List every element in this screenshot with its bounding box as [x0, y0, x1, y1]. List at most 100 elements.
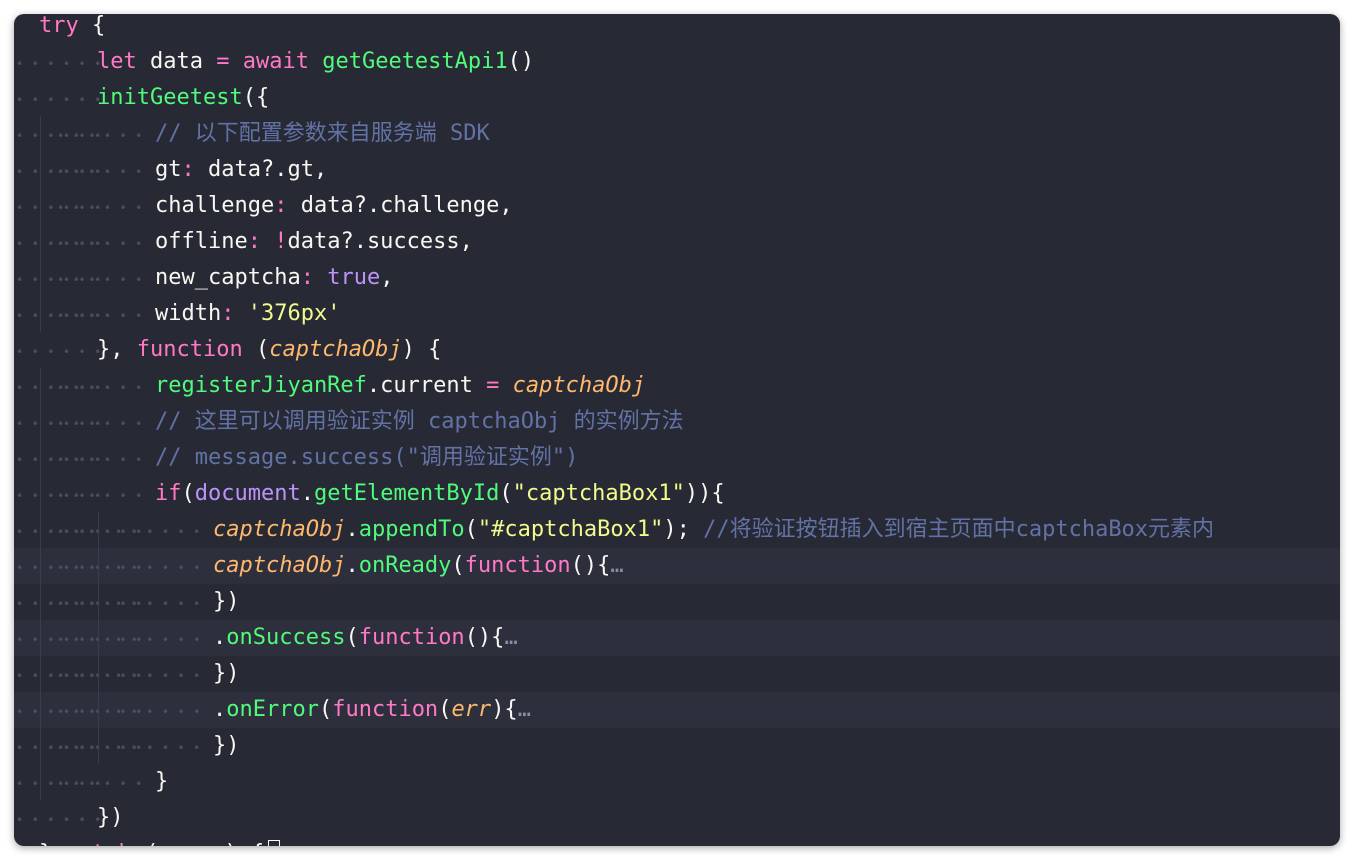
code-line[interactable]: •••••• •••••• •••••• captchaObj.onReady(fun…	[14, 548, 1340, 584]
code-token: ,	[380, 265, 394, 290]
code-line[interactable]: •••••• •••••• ••••••})	[14, 656, 1340, 692]
code-token: document	[194, 481, 301, 506]
code-line[interactable]: •••••• let data = await getGeetestApi1()	[14, 44, 1340, 80]
indent-whitespace: ••••••	[16, 57, 110, 71]
code-line[interactable]: •••••• ••••••}	[14, 764, 1340, 800]
code-line[interactable]: try {	[14, 14, 1340, 44]
code-line-content: width: '376px'	[155, 296, 340, 332]
code-area[interactable]: try {•••••• let data = await getGeetestAp…	[14, 14, 1340, 846]
code-line-content: .onSuccess(function(){…	[213, 620, 518, 656]
code-token: catch	[66, 841, 132, 846]
code-line[interactable]: •••••• •••••• registerJiyanRef.current = c…	[14, 368, 1340, 404]
code-token: function	[358, 625, 465, 650]
code-token: onReady	[358, 553, 452, 578]
fold-ellipsis-icon[interactable]: …	[504, 625, 517, 650]
code-line[interactable]: ••••••}, function (captchaObj) {	[14, 332, 1340, 368]
indent-guide	[40, 188, 41, 224]
code-line[interactable]: •••••• •••••• •••••• .onSuccess(function(){…	[14, 620, 1340, 656]
indent-guide	[40, 584, 41, 620]
code-line-content: captchaObj.appendTo("#captchaBox1"); //将…	[213, 512, 1214, 548]
code-token: // 这里可以调用验证实例 captchaObj 的实例方法	[155, 409, 684, 434]
code-token: (	[318, 697, 333, 722]
indent-whitespace: ••••••	[57, 273, 151, 287]
code-token: getElementById	[313, 481, 500, 506]
code-line-content: gt: data?.gt,	[155, 152, 327, 188]
code-token: })	[213, 661, 240, 686]
code-token: if	[155, 481, 182, 506]
indent-whitespace: ••••••	[115, 597, 209, 611]
indent-whitespace: ••••••	[57, 381, 151, 395]
code-line[interactable]: •••••• ••••••// 这里可以调用验证实例 captchaObj 的实例…	[14, 404, 1340, 440]
code-token: },	[97, 337, 137, 362]
code-line-content: }	[155, 764, 168, 800]
code-token: ){	[491, 697, 518, 722]
code-line[interactable]: } catch (error) {	[14, 836, 1340, 846]
code-token: (){	[464, 625, 505, 650]
code-line[interactable]: •••••• •••••• challenge: data?.challenge,	[14, 188, 1340, 224]
indent-guide	[40, 764, 41, 800]
code-token: !	[274, 229, 288, 254]
code-line[interactable]: •••••• •••••• gt: data?.gt,	[14, 152, 1340, 188]
indent-whitespace: ••••••	[57, 777, 151, 791]
code-token: initGeetest	[97, 85, 243, 110]
indent-guide	[40, 728, 41, 764]
code-line[interactable]: •••••• •••••• ••••••})	[14, 584, 1340, 620]
code-line[interactable]: •••••• •••••• new_captcha: true,	[14, 260, 1340, 296]
code-line[interactable]: •••••• ••••••// message.success("调用验证实例")	[14, 440, 1340, 476]
code-token: ) {	[401, 337, 442, 362]
code-token: '376px'	[247, 301, 341, 326]
indent-whitespace: ••••••	[57, 453, 151, 467]
indent-whitespace: ••••••	[115, 561, 209, 575]
code-token: (	[438, 697, 452, 722]
code-token: captchaObj	[213, 517, 346, 542]
code-token: (	[499, 481, 513, 506]
indent-whitespace: ••••••	[115, 741, 209, 755]
code-token: .	[300, 481, 314, 506]
code-line[interactable]: •••••• •••••• width: '376px'	[14, 296, 1340, 332]
code-line[interactable]: ••••••})	[14, 800, 1340, 836]
code-line[interactable]: •••••• •••••• •••••• .onError(function(err)…	[14, 692, 1340, 728]
code-token: {	[78, 14, 106, 38]
code-line[interactable]: •••••• •••••• offline: !data?.success,	[14, 224, 1340, 260]
indent-whitespace: ••••••	[57, 237, 151, 251]
code-token: :	[300, 265, 314, 290]
code-line-content: })	[213, 728, 240, 764]
code-token: (){	[570, 553, 611, 578]
code-token: // message.success("调用验证实例")	[155, 445, 579, 470]
code-token: try	[39, 14, 79, 38]
code-token: width	[155, 301, 222, 326]
code-token: :	[247, 229, 261, 254]
code-line-content: if(document.getElementById("captchaBox1"…	[155, 476, 725, 512]
indent-guide	[40, 152, 41, 188]
code-token: (	[451, 553, 465, 578]
code-line[interactable]: •••••• •••••• if(document.getElementById("…	[14, 476, 1340, 512]
code-line[interactable]: •••••• •••••• •••••• captchaObj.appendTo("#…	[14, 512, 1340, 548]
code-token: }	[39, 841, 66, 846]
indent-guide	[98, 512, 99, 548]
indent-whitespace: ••••••	[115, 525, 209, 539]
code-token: captchaObj	[269, 337, 402, 362]
indent-guide	[98, 548, 99, 584]
indent-guide	[98, 620, 99, 656]
code-line-content: })	[213, 584, 240, 620]
code-line-content: registerJiyanRef.current = captchaObj	[155, 368, 645, 404]
code-token: (error) {	[132, 841, 264, 846]
code-line[interactable]: •••••• •••••• ••••••})	[14, 728, 1340, 764]
code-line[interactable]: •••••• ••••••// 以下配置参数来自服务端 SDK	[14, 116, 1340, 152]
code-token: captchaObj	[213, 553, 346, 578]
indent-guide	[40, 404, 41, 440]
code-token: ()	[507, 49, 535, 74]
indent-whitespace: ••••••	[115, 705, 209, 719]
code-token: :	[181, 157, 195, 182]
indent-whitespace: ••••••	[57, 201, 151, 215]
indent-guide	[98, 728, 99, 764]
fold-ellipsis-icon[interactable]: …	[610, 553, 623, 578]
code-token: gt	[155, 157, 182, 182]
indent-guide	[40, 512, 41, 548]
code-line[interactable]: •••••• initGeetest({	[14, 80, 1340, 116]
fold-ellipsis-icon[interactable]: …	[518, 697, 531, 722]
indent-whitespace: ••••••	[16, 93, 110, 107]
